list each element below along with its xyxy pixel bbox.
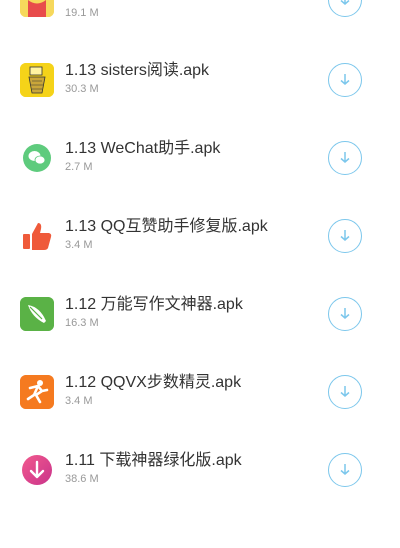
download-arrow-icon bbox=[20, 453, 54, 487]
download-button[interactable] bbox=[328, 297, 362, 331]
download-icon bbox=[340, 152, 350, 163]
download-button[interactable] bbox=[328, 0, 362, 17]
download-icon bbox=[340, 0, 350, 5]
app-size: 2.7 M bbox=[65, 161, 93, 173]
app-title: 1.13 sisters阅读.apk bbox=[65, 62, 210, 79]
app-size: 19.1 M bbox=[65, 7, 99, 19]
download-icon bbox=[340, 74, 350, 85]
download-icon bbox=[340, 464, 350, 475]
app-title: 1.11 下载神器绿化版.apk bbox=[65, 452, 242, 469]
app-size: 16.3 M bbox=[65, 317, 99, 329]
app-title: 1.13 WeChat助手.apk bbox=[65, 140, 221, 157]
app-title: 1.13 QQ互赞助手修复版.apk bbox=[65, 218, 268, 235]
download-icon bbox=[340, 230, 350, 241]
download-button[interactable] bbox=[328, 63, 362, 97]
thumbs-up-icon bbox=[20, 219, 54, 253]
list-item[interactable]: 1.11 下载神器绿化版.apk 38.6 M bbox=[0, 452, 400, 548]
download-button[interactable] bbox=[328, 453, 362, 487]
app-size: 3.4 M bbox=[65, 239, 93, 251]
pen-icon bbox=[20, 297, 54, 331]
download-button[interactable] bbox=[328, 219, 362, 253]
download-icon bbox=[340, 308, 350, 319]
app-title: 1.12 QQVX步数精灵.apk bbox=[65, 374, 242, 391]
runner-icon bbox=[20, 375, 54, 409]
app-size: 30.3 M bbox=[65, 83, 99, 95]
download-icon bbox=[340, 386, 350, 397]
app-download-list: 19.1 M 1.13 sisters阅读.apk 30.3 M 1.13 We… bbox=[0, 0, 400, 516]
download-button[interactable] bbox=[328, 375, 362, 409]
download-button[interactable] bbox=[328, 141, 362, 175]
app-size: 38.6 M bbox=[65, 473, 99, 485]
book-icon bbox=[20, 63, 54, 97]
app-size: 3.4 M bbox=[65, 395, 93, 407]
avatar-icon bbox=[20, 0, 54, 17]
wechat-icon bbox=[20, 141, 54, 175]
app-title: 1.12 万能写作文神器.apk bbox=[65, 296, 243, 313]
